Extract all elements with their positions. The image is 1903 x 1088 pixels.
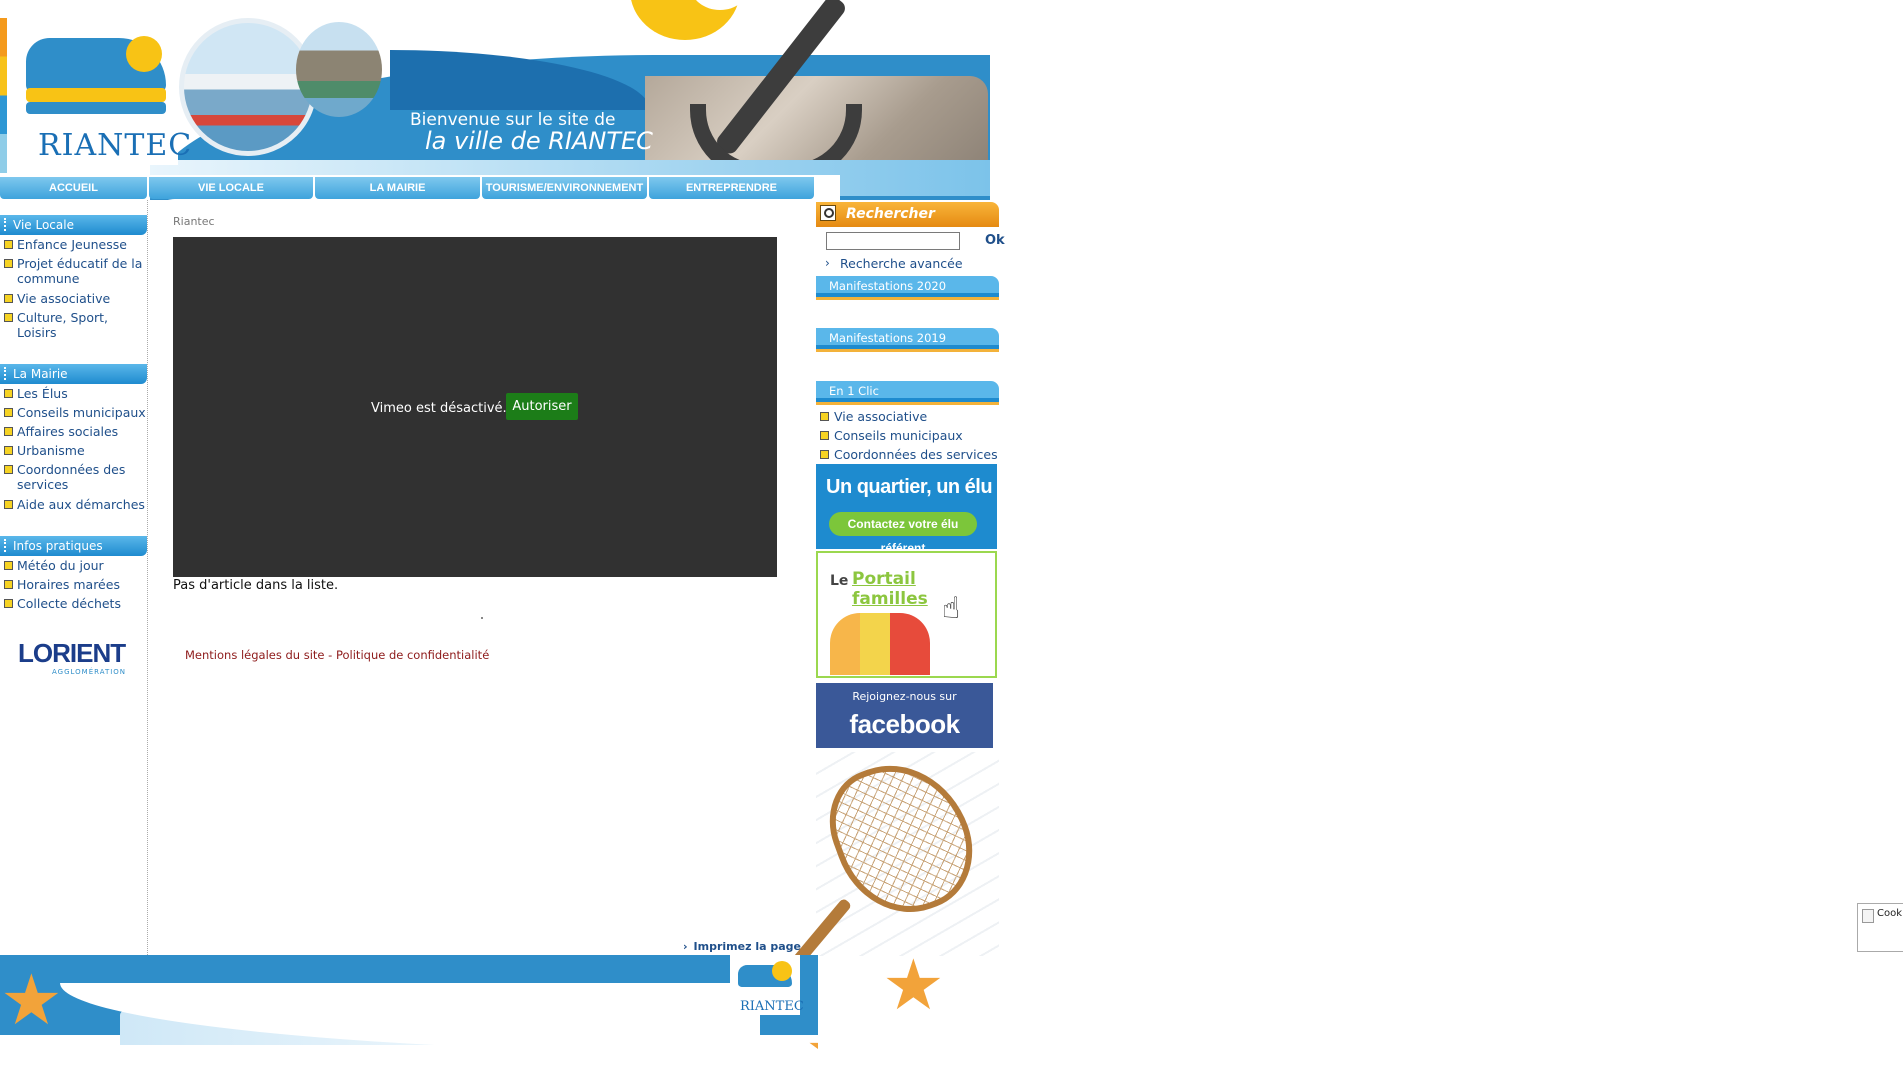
sidebar-heading-la-mairie: La Mairie <box>0 364 147 384</box>
contact-elu-button[interactable]: Contactez votre élu référent <box>829 512 977 555</box>
pointer-hand-icon: ☝ <box>942 591 961 626</box>
cookie-label: Cook <box>1877 908 1903 919</box>
legal-notice-link[interactable]: Mentions légales du site <box>185 648 325 662</box>
footer-logo-text: RIANTEC <box>740 999 804 1014</box>
quick-link-conseils-municipaux[interactable]: Conseils municipaux <box>816 428 1006 443</box>
starfish-icon: ★ <box>882 944 945 1026</box>
legal-links: Mentions légales du site - Politique de … <box>185 648 489 662</box>
sidebar-item-aide-demarches[interactable]: Aide aux démarches <box>0 497 147 512</box>
box-heading-en-1-clic: En 1 Clic <box>816 381 999 405</box>
logo-band-blue <box>26 102 166 114</box>
quick-link-coordonnees[interactable]: Coordonnées des services <box>816 447 1006 462</box>
quick-link-vie-associative[interactable]: Vie associative <box>816 409 1006 424</box>
sidebar-item-enfance-jeunesse[interactable]: Enfance Jeunesse <box>0 237 147 252</box>
nav-accueil[interactable]: ACCUEIL <box>0 177 147 199</box>
facebook-logo-text: facebook <box>849 709 960 739</box>
privacy-policy-link[interactable]: Politique de confidentialité <box>336 648 489 662</box>
portail-le: Le <box>830 573 849 589</box>
footer-logo-sun <box>772 961 792 981</box>
vimeo-allow-button[interactable]: Autoriser <box>506 393 578 420</box>
quartier-elu-banner[interactable]: Un quartier, un élu Contactez votre élu … <box>816 464 997 555</box>
nav-la-mairie[interactable]: LA MAIRIE <box>315 177 480 199</box>
sidebar-item-urbanisme[interactable]: Urbanisme <box>0 443 147 458</box>
starfish-icon: ★ <box>805 1015 818 1085</box>
fishing-net-image <box>791 744 999 967</box>
breadcrumb[interactable]: Riantec <box>173 215 215 228</box>
facebook-join-text: Rejoignez-nous sur <box>852 690 957 703</box>
sidebar-item-conseils-municipaux[interactable]: Conseils municipaux <box>0 405 147 420</box>
facebook-banner[interactable]: Rejoignez-nous sur facebook <box>816 683 993 748</box>
document-icon <box>1862 909 1874 923</box>
lorient-agglo-logo[interactable]: LORIENT AGGLOMÉRATION <box>18 638 130 678</box>
portail-familles-banner[interactable]: Le Portail familles ☝ <box>816 551 997 678</box>
box-heading-manifestations-2020[interactable]: Manifestations 2020 <box>816 276 999 300</box>
sidebar-item-coordonnees[interactable]: Coordonnées des services <box>0 462 147 492</box>
nav-vie-locale[interactable]: VIE LOCALE <box>149 177 313 199</box>
search-heading: Rechercher <box>816 202 999 227</box>
main-nav: ACCUEIL VIE LOCALE LA MAIRIE TOURISME/EN… <box>0 177 816 200</box>
legal-separator: - <box>328 648 333 662</box>
portail-title: Portail familles <box>852 569 928 609</box>
lorient-logo-text: LORIENT <box>18 638 126 668</box>
site-footer: ★ ★ RIANTEC <box>0 955 818 1088</box>
house-photo <box>296 22 382 117</box>
logo-sun <box>126 36 162 72</box>
vimeo-disabled-message: Vimeo est désactivé. <box>371 401 507 416</box>
quartier-title: Un quartier, un élu <box>826 476 993 498</box>
footer-riantec-logo[interactable]: RIANTEC <box>730 955 804 1015</box>
sidebar-item-les-elus[interactable]: Les Élus <box>0 386 147 401</box>
lorient-logo-subtitle: AGGLOMÉRATION <box>52 668 127 676</box>
logo-text: RIANTEC <box>38 128 193 163</box>
sidebar-item-culture-sport[interactable]: Culture, Sport, Loisirs <box>0 310 147 340</box>
empty-list-message: Pas d'article dans la liste. <box>173 578 339 593</box>
chevron-right-icon: › <box>825 256 830 270</box>
harbor-photo <box>179 18 317 156</box>
color-strip <box>0 18 7 173</box>
sidebar-item-dechets[interactable]: Collecte déchets <box>0 596 147 611</box>
sidebar-item-affaires-sociales[interactable]: Affaires sociales <box>0 424 147 439</box>
box-heading-manifestations-2019[interactable]: Manifestations 2019 <box>816 328 999 352</box>
sidebar-item-marees[interactable]: Horaires marées <box>0 577 147 592</box>
kids-illustration <box>830 613 930 675</box>
welcome-line-2: la ville de RIANTEC <box>425 127 653 155</box>
sidebar-heading-infos-pratiques: Infos pratiques <box>0 536 147 556</box>
starfish-icon: ★ <box>0 959 63 1041</box>
search-ok-button[interactable]: Ok <box>985 233 1005 248</box>
sidebar-heading-vie-locale: Vie Locale <box>0 215 147 235</box>
sidebar-item-vie-associative[interactable]: Vie associative <box>0 291 147 306</box>
advanced-search-link[interactable]: Recherche avancée <box>840 256 963 271</box>
sidebar-item-meteo[interactable]: Météo du jour <box>0 558 147 573</box>
logo-band-yellow <box>26 88 166 102</box>
nav-tourisme[interactable]: TOURISME/ENVIRONNEMENT <box>482 177 647 199</box>
vimeo-embed-placeholder: Vimeo est désactivé. Autoriser <box>173 237 777 577</box>
magnifier-icon <box>820 205 836 221</box>
search-input[interactable] <box>826 232 960 250</box>
sidebar-item-projet-educatif[interactable]: Projet éducatif de la commune <box>0 256 147 286</box>
cookie-widget[interactable]: Cook <box>1857 903 1903 952</box>
separator-dot <box>481 617 483 619</box>
print-page-link[interactable]: Imprimez la page <box>683 940 801 953</box>
riantec-logo[interactable]: RIANTEC <box>18 30 191 165</box>
nav-entreprendre[interactable]: ENTREPRENDRE <box>649 177 814 199</box>
left-sidebar: Vie Locale Enfance Jeunesse Projet éduca… <box>0 200 148 955</box>
site-header: Bienvenue sur le site de la ville de RIA… <box>0 0 990 200</box>
